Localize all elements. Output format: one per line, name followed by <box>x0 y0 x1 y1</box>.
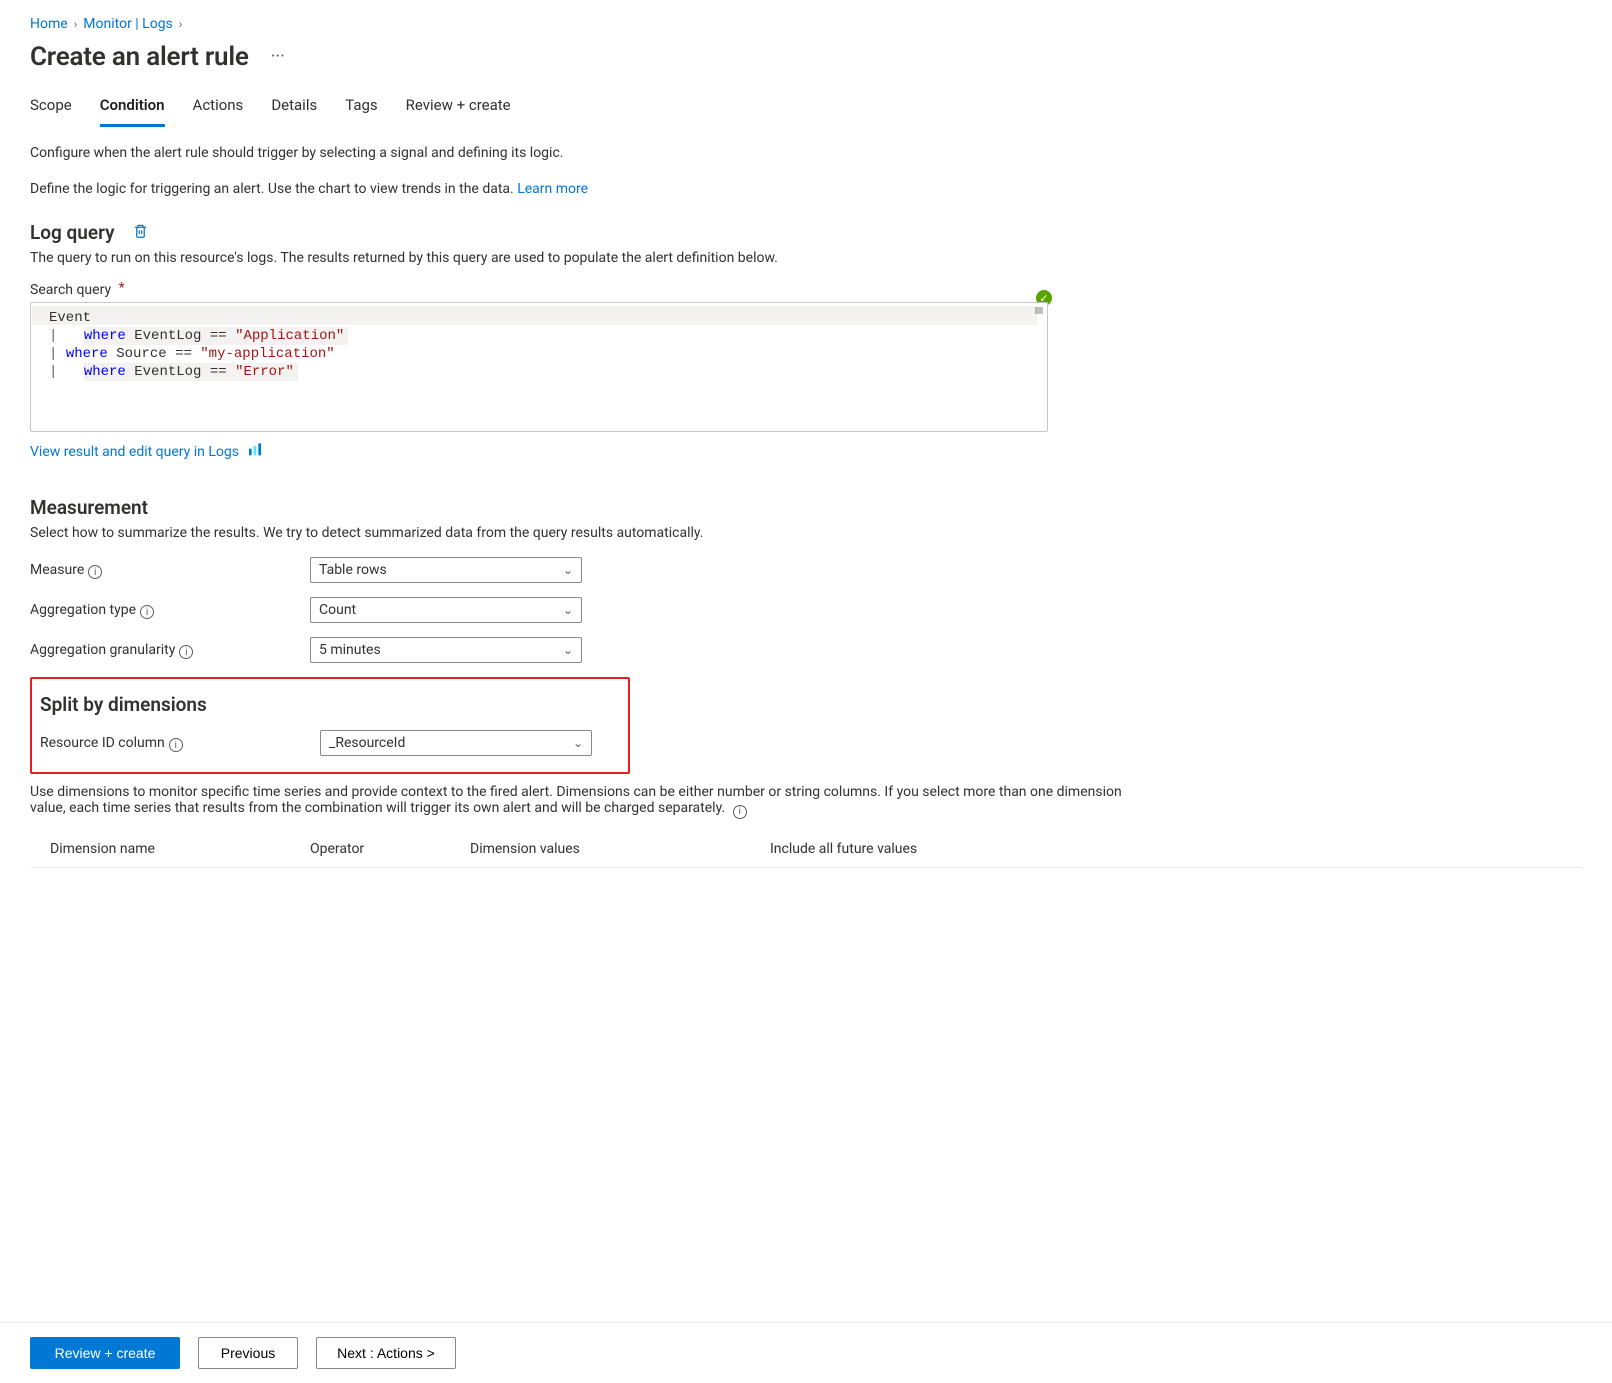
log-query-desc: The query to run on this resource's logs… <box>30 250 1582 266</box>
tab-review-create[interactable]: Review + create <box>406 90 511 127</box>
dimension-col-future: Include all future values <box>770 841 1030 857</box>
review-create-button[interactable]: Review + create <box>30 1337 180 1369</box>
chevron-right-icon: › <box>179 17 183 31</box>
chevron-down-icon: ⌄ <box>573 736 583 750</box>
dimension-col-operator: Operator <box>310 841 470 857</box>
measurement-desc: Select how to summarize the results. We … <box>30 525 1582 541</box>
aggregation-granularity-value: 5 minutes <box>319 642 381 658</box>
query-op: == <box>210 364 227 380</box>
resource-id-column-select[interactable]: _ResourceId ⌄ <box>320 730 592 756</box>
split-heading: Split by dimensions <box>40 693 207 716</box>
aggregation-granularity-select[interactable]: 5 minutes ⌄ <box>310 637 582 663</box>
info-icon[interactable]: i <box>179 645 193 659</box>
chevron-down-icon: ⌄ <box>563 563 573 577</box>
aggregation-type-select[interactable]: Count ⌄ <box>310 597 582 623</box>
learn-more-link[interactable]: Learn more <box>517 181 588 197</box>
breadcrumb-home[interactable]: Home <box>30 16 68 32</box>
breadcrumb-monitor-logs[interactable]: Monitor | Logs <box>83 16 173 32</box>
measure-label: Measure <box>30 562 84 578</box>
tab-condition[interactable]: Condition <box>100 90 165 127</box>
aggregation-granularity-label: Aggregation granularity <box>30 642 175 658</box>
query-op: == <box>175 346 192 362</box>
info-icon[interactable]: i <box>88 565 102 579</box>
dimension-header-row: Dimension name Operator Dimension values… <box>30 835 1582 868</box>
dimension-col-name: Dimension name <box>30 841 310 857</box>
dimension-col-values: Dimension values <box>470 841 770 857</box>
tab-tags[interactable]: Tags <box>345 90 377 127</box>
tabs: Scope Condition Actions Details Tags Rev… <box>30 90 1582 127</box>
split-desc: Use dimensions to monitor specific time … <box>30 784 1122 816</box>
intro-line-2-text: Define the logic for triggering an alert… <box>30 181 517 197</box>
query-string: "Error" <box>235 364 294 380</box>
measure-select[interactable]: Table rows ⌄ <box>310 557 582 583</box>
delete-icon[interactable] <box>133 223 148 242</box>
tab-details[interactable]: Details <box>271 90 317 127</box>
next-actions-button[interactable]: Next : Actions > <box>316 1337 456 1369</box>
measure-select-value: Table rows <box>319 562 387 578</box>
previous-button[interactable]: Previous <box>198 1337 298 1369</box>
query-table: Event <box>49 310 91 326</box>
query-keyword: where <box>84 328 126 344</box>
query-field: Source <box>116 346 166 362</box>
resource-id-column-label: Resource ID column <box>40 735 165 751</box>
required-indicator: * <box>119 280 125 296</box>
info-icon[interactable]: i <box>140 605 154 619</box>
aggregation-type-value: Count <box>319 602 356 618</box>
log-query-heading: Log query <box>30 221 115 244</box>
query-string: "Application" <box>235 328 344 344</box>
info-icon[interactable]: i <box>169 738 183 752</box>
resource-id-column-value: _ResourceId <box>329 735 405 751</box>
query-field: EventLog <box>134 328 201 344</box>
intro-line-1: Configure when the alert rule should tri… <box>30 145 1582 161</box>
view-in-logs-link[interactable]: View result and edit query in Logs <box>30 444 239 460</box>
intro-line-2: Define the logic for triggering an alert… <box>30 181 1582 197</box>
query-keyword: where <box>66 346 108 362</box>
tab-scope[interactable]: Scope <box>30 90 72 127</box>
chevron-down-icon: ⌄ <box>563 603 573 617</box>
logs-icon <box>247 442 263 462</box>
query-field: EventLog <box>134 364 201 380</box>
measurement-heading: Measurement <box>30 496 148 519</box>
split-by-dimensions-highlight: Split by dimensions Resource ID column i… <box>30 677 630 774</box>
chevron-right-icon: › <box>74 17 78 31</box>
page-title: Create an alert rule <box>30 42 249 72</box>
search-query-label: Search query <box>30 282 111 298</box>
wizard-footer: Review + create Previous Next : Actions … <box>0 1322 1612 1383</box>
more-actions-button[interactable]: ··· <box>267 44 289 70</box>
breadcrumb: Home › Monitor | Logs › <box>30 16 1582 32</box>
aggregation-type-label: Aggregation type <box>30 602 136 618</box>
info-icon[interactable]: i <box>733 805 747 819</box>
query-editor[interactable]: Event | where EventLog == "Application" … <box>30 302 1048 432</box>
query-op: == <box>210 328 227 344</box>
chevron-down-icon: ⌄ <box>563 643 573 657</box>
tab-actions[interactable]: Actions <box>193 90 244 127</box>
query-string: "my-application" <box>200 346 334 362</box>
query-keyword: where <box>84 364 126 380</box>
